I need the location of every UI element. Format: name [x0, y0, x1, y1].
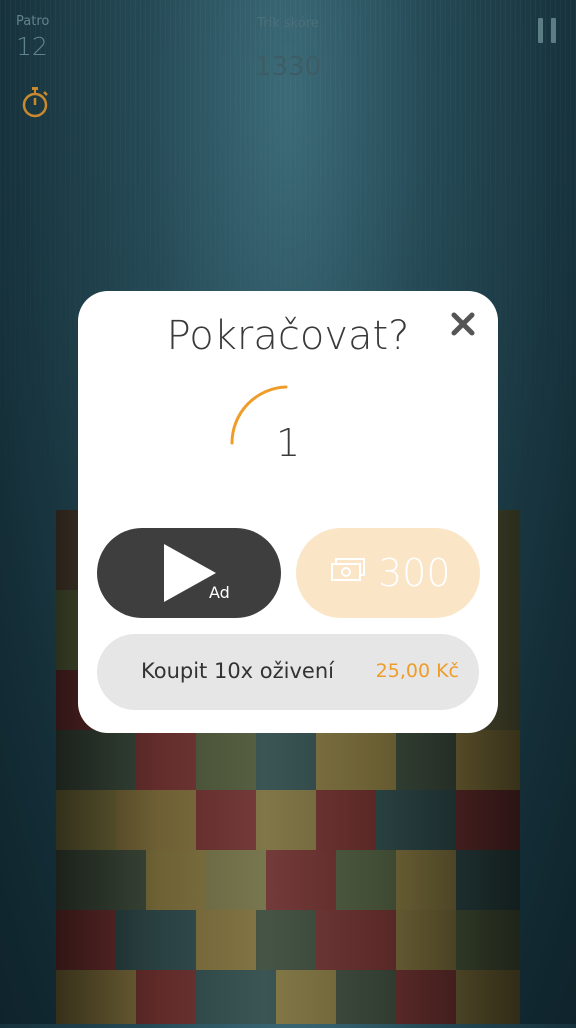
dialog-title: Pokračovat? — [166, 313, 410, 359]
buy-revives-price: 25,00 Kč — [375, 660, 459, 682]
pause-icon[interactable] — [536, 18, 560, 44]
continue-dialog: Pokračovat? 1 Ad 300 Koupit 10x oživení … — [78, 291, 498, 733]
ad-label: Ad — [209, 583, 230, 602]
countdown-number: 1 — [276, 421, 301, 465]
buy-revives-button[interactable]: Koupit 10x oživení 25,00 Kč — [97, 634, 479, 710]
close-icon[interactable] — [450, 311, 476, 337]
stopwatch-icon — [20, 86, 50, 118]
score-label: Trik skóre — [257, 16, 319, 31]
coin-cost: 300 — [378, 551, 451, 595]
cash-icon — [330, 557, 366, 587]
buy-revives-label: Koupit 10x oživení — [141, 659, 334, 683]
pay-coins-button[interactable]: 300 — [296, 528, 480, 618]
pause-bar-left — [538, 18, 543, 43]
watch-ad-button[interactable]: Ad — [97, 528, 281, 618]
pause-bar-right — [551, 18, 556, 43]
score-value: 1330 — [254, 52, 322, 82]
